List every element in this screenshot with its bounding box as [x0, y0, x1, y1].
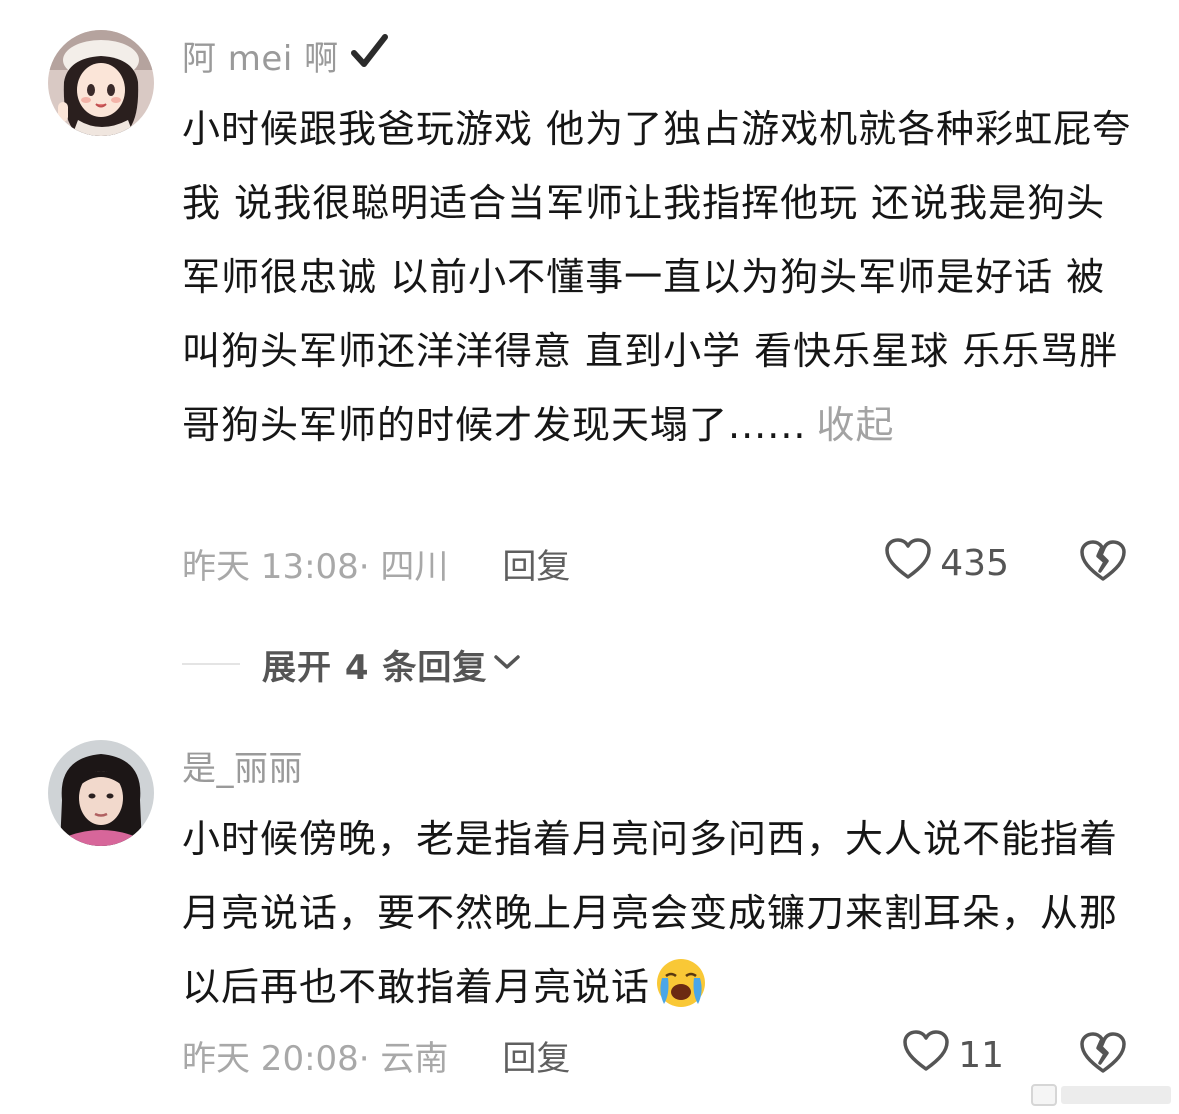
like-count: 435 — [940, 542, 1009, 584]
watermark-bar — [1061, 1086, 1171, 1104]
expand-replies-label[interactable]: 展开 4 条回复 — [262, 640, 487, 689]
crying-face-emoji-icon — [654, 956, 708, 1034]
username[interactable]: 阿 mei 啊 — [182, 30, 389, 80]
watermark — [1031, 1084, 1171, 1106]
timestamp-location: 昨天 13:08· 四川 — [182, 546, 449, 587]
comment-meta: 昨天 13:08· 四川 回复 — [182, 538, 570, 588]
watermark-logo-icon — [1031, 1084, 1057, 1106]
verified-check-icon — [349, 31, 389, 80]
comment-body: 小时候跟我爸玩游戏 他为了独占游戏机就各种彩虹屁夸我 说我很聪明适合当军师让我指… — [182, 107, 1132, 447]
dislike-button[interactable] — [1079, 1030, 1127, 1080]
heart-icon[interactable] — [902, 1029, 950, 1082]
timestamp-location: 昨天 20:08· 云南 — [182, 1038, 449, 1079]
broken-heart-icon[interactable] — [1079, 539, 1127, 587]
like-button[interactable]: 11 — [902, 1029, 1004, 1082]
comment-text: 小时候跟我爸玩游戏 他为了独占游戏机就各种彩虹屁夸我 说我很聪明适合当军师让我指… — [182, 92, 1132, 462]
expand-replies-button[interactable]: 展开 4 条回复 — [182, 640, 521, 688]
comment-body: 小时候傍晚，老是指着月亮问多问西，大人说不能指着月亮说话，要不然晚上月亮会变成镰… — [182, 817, 1119, 1009]
divider — [182, 663, 240, 665]
broken-heart-icon[interactable] — [1079, 1031, 1127, 1079]
username-text[interactable]: 阿 mei 啊 — [182, 31, 339, 80]
username-text[interactable]: 是_丽丽 — [182, 741, 303, 790]
dislike-button[interactable] — [1079, 538, 1127, 588]
reply-button[interactable]: 回复 — [502, 1031, 570, 1080]
avatar[interactable] — [48, 740, 154, 846]
comment-meta: 昨天 20:08· 云南 回复 — [182, 1030, 570, 1080]
avatar[interactable] — [48, 30, 154, 136]
like-count: 11 — [958, 1034, 1004, 1076]
heart-icon[interactable] — [884, 537, 932, 590]
like-button[interactable]: 435 — [884, 537, 1009, 590]
username[interactable]: 是_丽丽 — [182, 740, 303, 790]
comment-text: 小时候傍晚，老是指着月亮问多问西，大人说不能指着月亮说话，要不然晚上月亮会变成镰… — [182, 802, 1132, 1034]
collapse-link[interactable]: 收起 — [816, 403, 894, 447]
chevron-down-icon[interactable] — [493, 652, 521, 676]
reply-button[interactable]: 回复 — [502, 539, 570, 588]
